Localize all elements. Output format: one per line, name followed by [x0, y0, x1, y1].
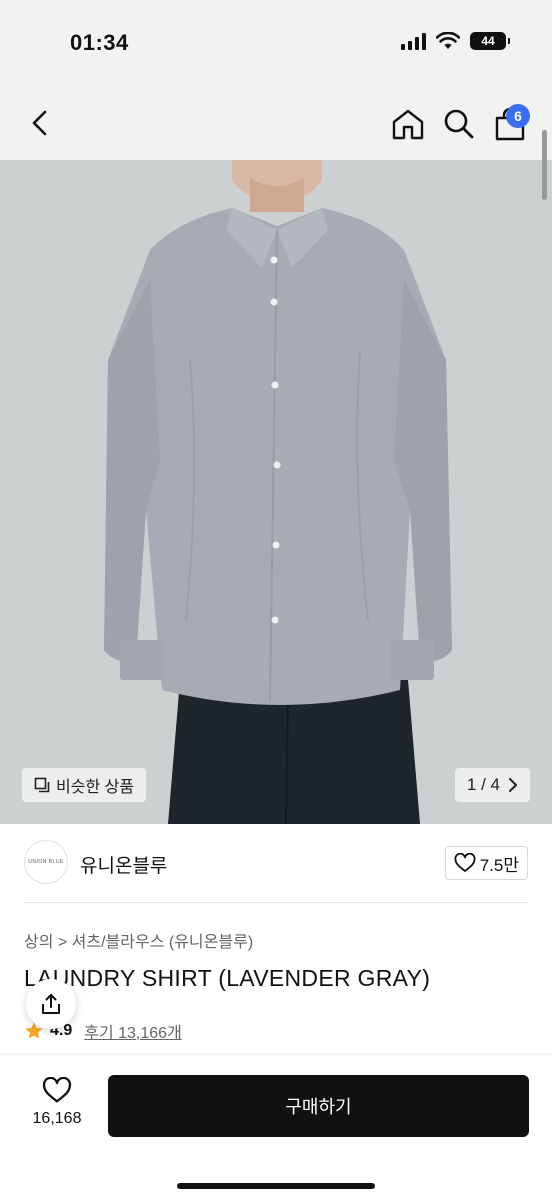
brand-logo[interactable]: UNION BLUE [24, 840, 68, 884]
top-navigation: 6 [0, 88, 552, 160]
buy-button[interactable]: 구매하기 [108, 1075, 529, 1137]
home-icon[interactable] [390, 106, 426, 142]
image-pager[interactable]: 1 / 4 [454, 768, 530, 802]
scrollbar[interactable] [542, 130, 547, 200]
back-icon[interactable] [26, 108, 56, 138]
heart-icon [454, 853, 476, 872]
chevron-right-icon [509, 778, 517, 792]
product-image[interactable] [0, 160, 552, 824]
search-icon[interactable] [441, 106, 477, 142]
divider [24, 902, 528, 903]
heart-icon [42, 1077, 72, 1103]
bottom-action-bar: 16,168 구매하기 [0, 1054, 552, 1200]
brand-name[interactable]: 유니온블루 [80, 851, 167, 878]
brand-logo-text: UNION BLUE [28, 859, 64, 865]
product-like-button[interactable]: 16,168 [22, 1077, 92, 1128]
product-like-count: 16,168 [32, 1110, 82, 1127]
image-pager-count: 1 / 4 [466, 775, 500, 794]
brand-like-button[interactable]: 7.5만 [444, 846, 528, 880]
status-bar: 01:34 44 [0, 0, 552, 88]
share-icon [42, 994, 60, 1014]
share-button[interactable] [26, 979, 76, 1029]
breadcrumb[interactable]: 상의 > 셔츠/블라우스 (유니온블루) [24, 928, 253, 952]
home-indicator [177, 1183, 375, 1189]
brand-row: UNION BLUE 유니온블루 7.5만 [0, 824, 552, 904]
status-time: 01:34 [70, 30, 129, 55]
brand-like-count: 7.5만 [479, 855, 519, 875]
reviews-link[interactable]: 후기 13,166개 [84, 1019, 182, 1043]
battery-icon: 44 [470, 32, 510, 50]
wifi-icon [436, 32, 460, 49]
cart-count-badge: 6 [506, 104, 530, 128]
product-title: LAUNDRY SHIRT (LAVENDER GRAY) [24, 965, 431, 991]
similar-products-label: 비슷한 상품 [56, 779, 135, 796]
status-icons: 44 [401, 32, 510, 50]
similar-products-icon [34, 777, 50, 793]
model-wearing-shirt-image [0, 160, 552, 824]
similar-products-button[interactable]: 비슷한 상품 [22, 768, 147, 802]
cellular-signal-icon [401, 32, 426, 50]
